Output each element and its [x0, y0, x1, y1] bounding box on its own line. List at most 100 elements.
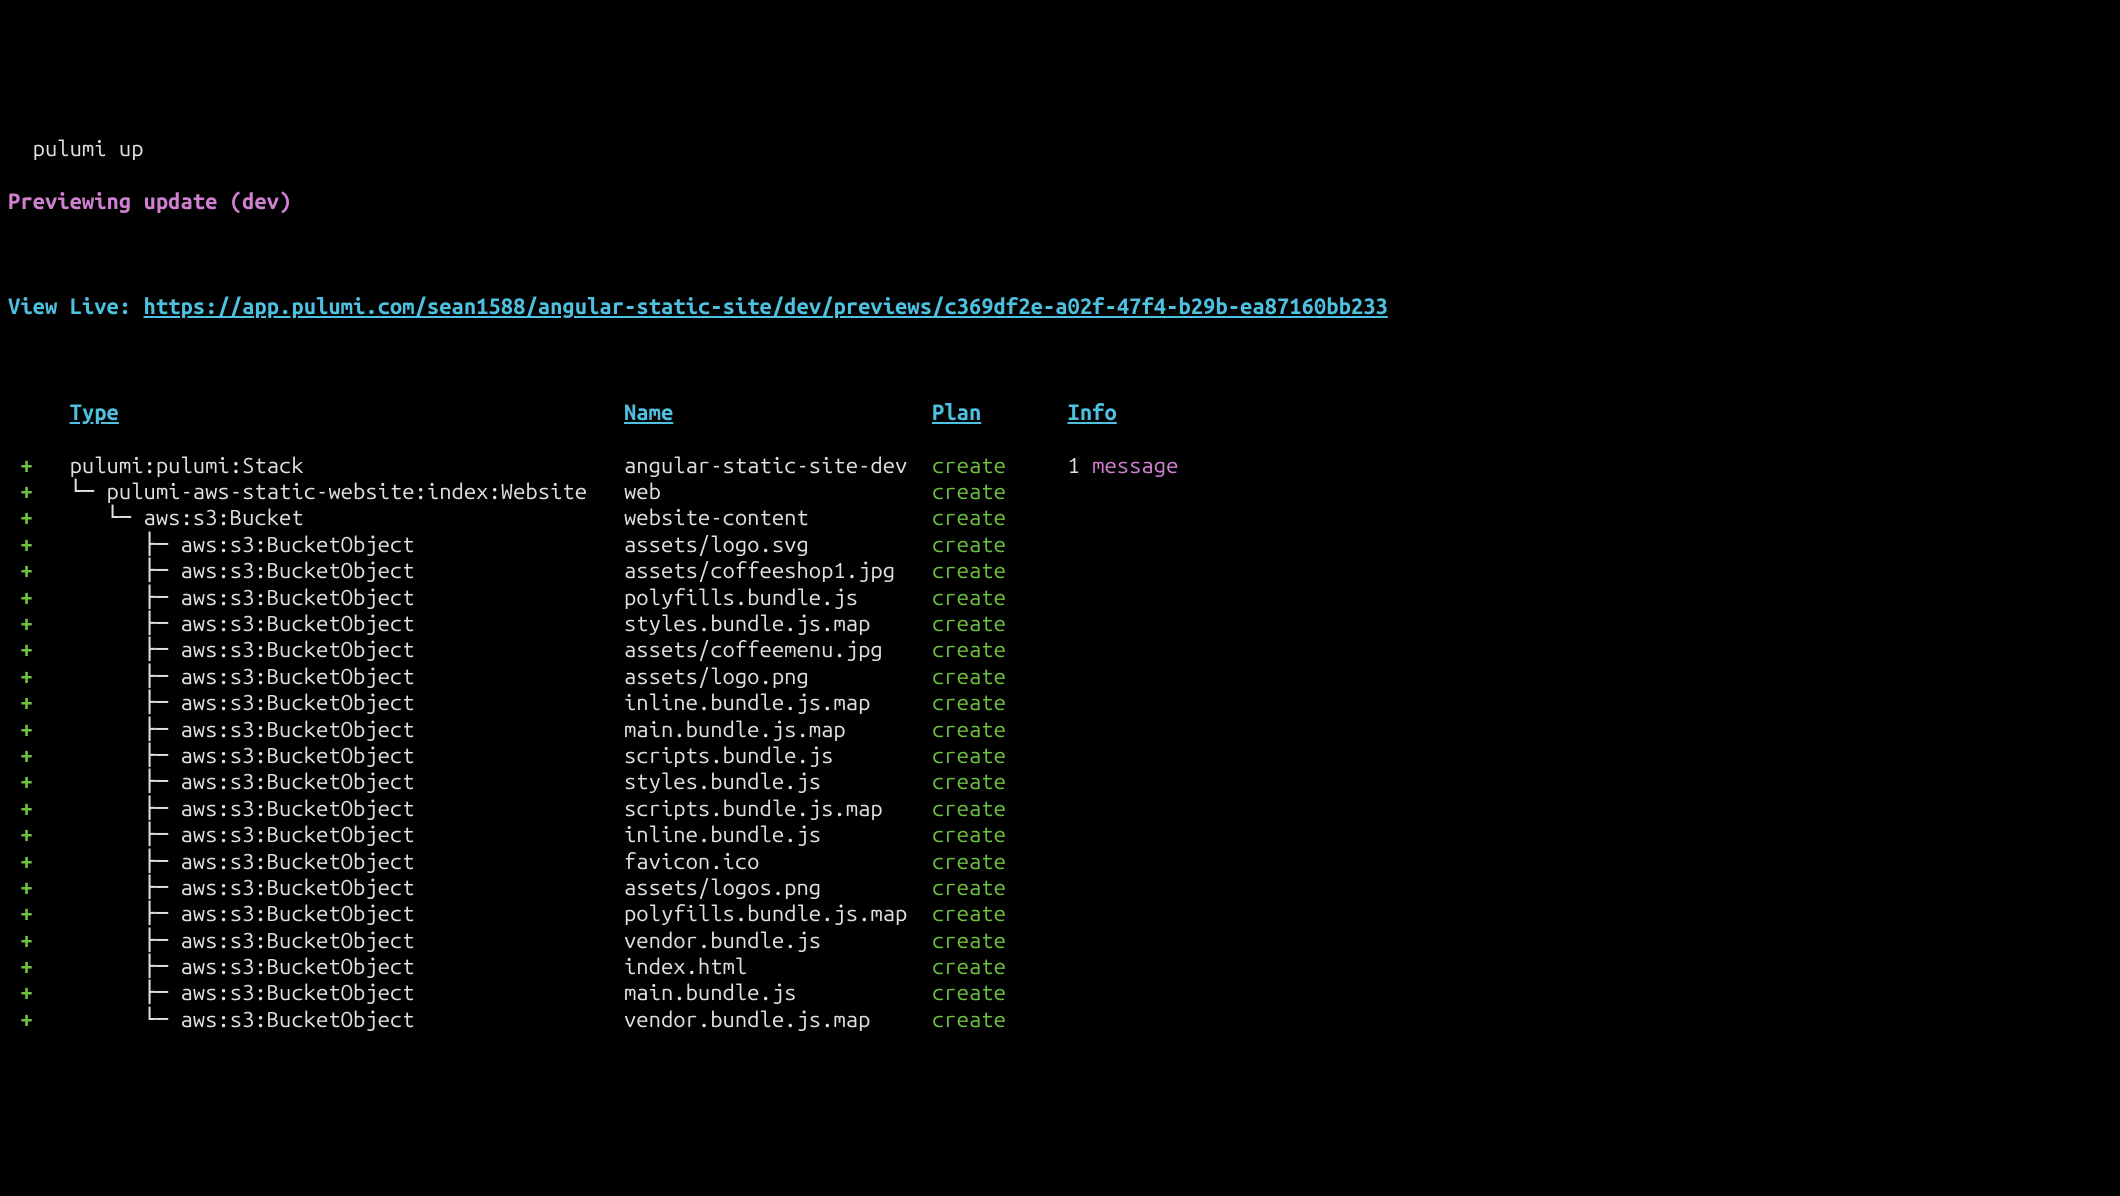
plan-action: create [932, 954, 1068, 980]
plan-action: create [932, 479, 1068, 505]
plan-sign: + [8, 479, 70, 505]
resource-row: + ├─ aws:s3:BucketObjectassets/coffeesho… [8, 558, 2112, 584]
resource-row: + ├─ aws:s3:BucketObjectinline.bundle.js… [8, 690, 2112, 716]
info-cell: 1 message [1068, 453, 1179, 479]
blank-line [8, 347, 2112, 373]
resource-type: └─ aws:s3:BucketObject [70, 1007, 624, 1033]
header-info: Info [1068, 400, 1117, 426]
resource-name: assets/logo.svg [624, 532, 932, 558]
resource-type: ├─ aws:s3:BucketObject [70, 954, 624, 980]
plan-sign: + [8, 558, 70, 584]
plan-action: create [932, 901, 1068, 927]
plan-sign: + [8, 717, 70, 743]
resource-type: ├─ aws:s3:BucketObject [70, 717, 624, 743]
resource-row: + ├─ aws:s3:BucketObjectscripts.bundle.j… [8, 796, 2112, 822]
resource-type: ├─ aws:s3:BucketObject [70, 822, 624, 848]
resource-row: + ├─ aws:s3:BucketObjectvendor.bundle.js… [8, 928, 2112, 954]
plan-action: create [932, 1007, 1068, 1033]
resource-type: pulumi:pulumi:Stack [70, 453, 624, 479]
resource-name: vendor.bundle.js.map [624, 1007, 932, 1033]
plan-sign: + [8, 585, 70, 611]
resource-type: └─ aws:s3:Bucket [70, 505, 624, 531]
resource-row: + └─ pulumi-aws-static-website:index:Web… [8, 479, 2112, 505]
resource-row: + ├─ aws:s3:BucketObjectmain.bundle.js.m… [8, 717, 2112, 743]
resource-name: assets/coffeemenu.jpg [624, 637, 932, 663]
plan-sign: + [8, 611, 70, 637]
resource-name: website-content [624, 505, 932, 531]
previewing-label: Previewing update (dev) [8, 189, 291, 214]
plan-sign: + [8, 980, 70, 1006]
resource-name: main.bundle.js [624, 980, 932, 1006]
resource-name: assets/logos.png [624, 875, 932, 901]
plan-action: create [932, 505, 1068, 531]
resource-row: + ├─ aws:s3:BucketObjectinline.bundle.js… [8, 822, 2112, 848]
plan-action: create [932, 664, 1068, 690]
resource-type: ├─ aws:s3:BucketObject [70, 743, 624, 769]
resource-row: + └─ aws:s3:BucketObjectvendor.bundle.js… [8, 1007, 2112, 1033]
plan-sign: + [8, 664, 70, 690]
resource-name: index.html [624, 954, 932, 980]
terminal-output: pulumi up Previewing update (dev) View L… [8, 110, 2112, 1060]
header-name: Name [624, 400, 932, 426]
resource-type: ├─ aws:s3:BucketObject [70, 532, 624, 558]
plan-action: create [932, 532, 1068, 558]
command-line: pulumi up [8, 136, 2112, 162]
resource-type: ├─ aws:s3:BucketObject [70, 928, 624, 954]
plan-action: create [932, 717, 1068, 743]
plan-action: create [932, 611, 1068, 637]
plan-action: create [932, 796, 1068, 822]
resource-name: inline.bundle.js.map [624, 690, 932, 716]
resource-row: + ├─ aws:s3:BucketObjectassets/coffeemen… [8, 637, 2112, 663]
resource-row: + ├─ aws:s3:BucketObjectassets/logo.pngc… [8, 664, 2112, 690]
info-message: message [1080, 453, 1179, 478]
resource-row: + ├─ aws:s3:BucketObjectassets/logos.png… [8, 875, 2112, 901]
plan-sign: + [8, 901, 70, 927]
resource-type: ├─ aws:s3:BucketObject [70, 875, 624, 901]
resource-row: + ├─ aws:s3:BucketObjectfavicon.icocreat… [8, 849, 2112, 875]
plan-action: create [932, 690, 1068, 716]
resource-type: ├─ aws:s3:BucketObject [70, 796, 624, 822]
plan-sign: + [8, 690, 70, 716]
resource-name: polyfills.bundle.js.map [624, 901, 932, 927]
plan-sign: + [8, 532, 70, 558]
plan-action: create [932, 769, 1068, 795]
command-text: pulumi up [33, 136, 144, 161]
resource-row: + ├─ aws:s3:BucketObjectmain.bundle.jscr… [8, 980, 2112, 1006]
resource-row: + pulumi:pulumi:Stackangular-static-site… [8, 453, 2112, 479]
resource-name: scripts.bundle.js.map [624, 796, 932, 822]
plan-action: create [932, 585, 1068, 611]
view-live-label: View Live: [8, 294, 144, 319]
resource-row: + ├─ aws:s3:BucketObjectpolyfills.bundle… [8, 585, 2112, 611]
resource-type: ├─ aws:s3:BucketObject [70, 901, 624, 927]
header-plan: Plan [932, 400, 1068, 426]
plan-sign: + [8, 1007, 70, 1033]
previewing-line: Previewing update (dev) [8, 189, 2112, 215]
resource-type: ├─ aws:s3:BucketObject [70, 980, 624, 1006]
blank-line [8, 242, 2112, 268]
plan-sign: + [8, 743, 70, 769]
resource-type: └─ pulumi-aws-static-website:index:Websi… [70, 479, 624, 505]
resource-name: favicon.ico [624, 849, 932, 875]
resource-name: inline.bundle.js [624, 822, 932, 848]
resource-name: assets/coffeeshop1.jpg [624, 558, 932, 584]
resource-name: angular-static-site-dev [624, 453, 932, 479]
resource-name: polyfills.bundle.js [624, 585, 932, 611]
resource-name: vendor.bundle.js [624, 928, 932, 954]
resource-row: + ├─ aws:s3:BucketObjectstyles.bundle.js… [8, 769, 2112, 795]
view-live-url[interactable]: https://app.pulumi.com/sean1588/angular-… [144, 294, 1388, 319]
resource-type: ├─ aws:s3:BucketObject [70, 611, 624, 637]
resource-type: ├─ aws:s3:BucketObject [70, 849, 624, 875]
resource-name: styles.bundle.js.map [624, 611, 932, 637]
plan-action: create [932, 822, 1068, 848]
plan-action: create [932, 637, 1068, 663]
plan-action: create [932, 743, 1068, 769]
plan-sign: + [8, 505, 70, 531]
plan-sign: + [8, 637, 70, 663]
resource-row: + ├─ aws:s3:BucketObjectassets/logo.svgc… [8, 532, 2112, 558]
resource-type: ├─ aws:s3:BucketObject [70, 637, 624, 663]
plan-action: create [932, 928, 1068, 954]
plan-sign: + [8, 453, 70, 479]
header-row: TypeNamePlanInfo [8, 400, 2112, 426]
plan-sign: + [8, 954, 70, 980]
plan-action: create [932, 875, 1068, 901]
